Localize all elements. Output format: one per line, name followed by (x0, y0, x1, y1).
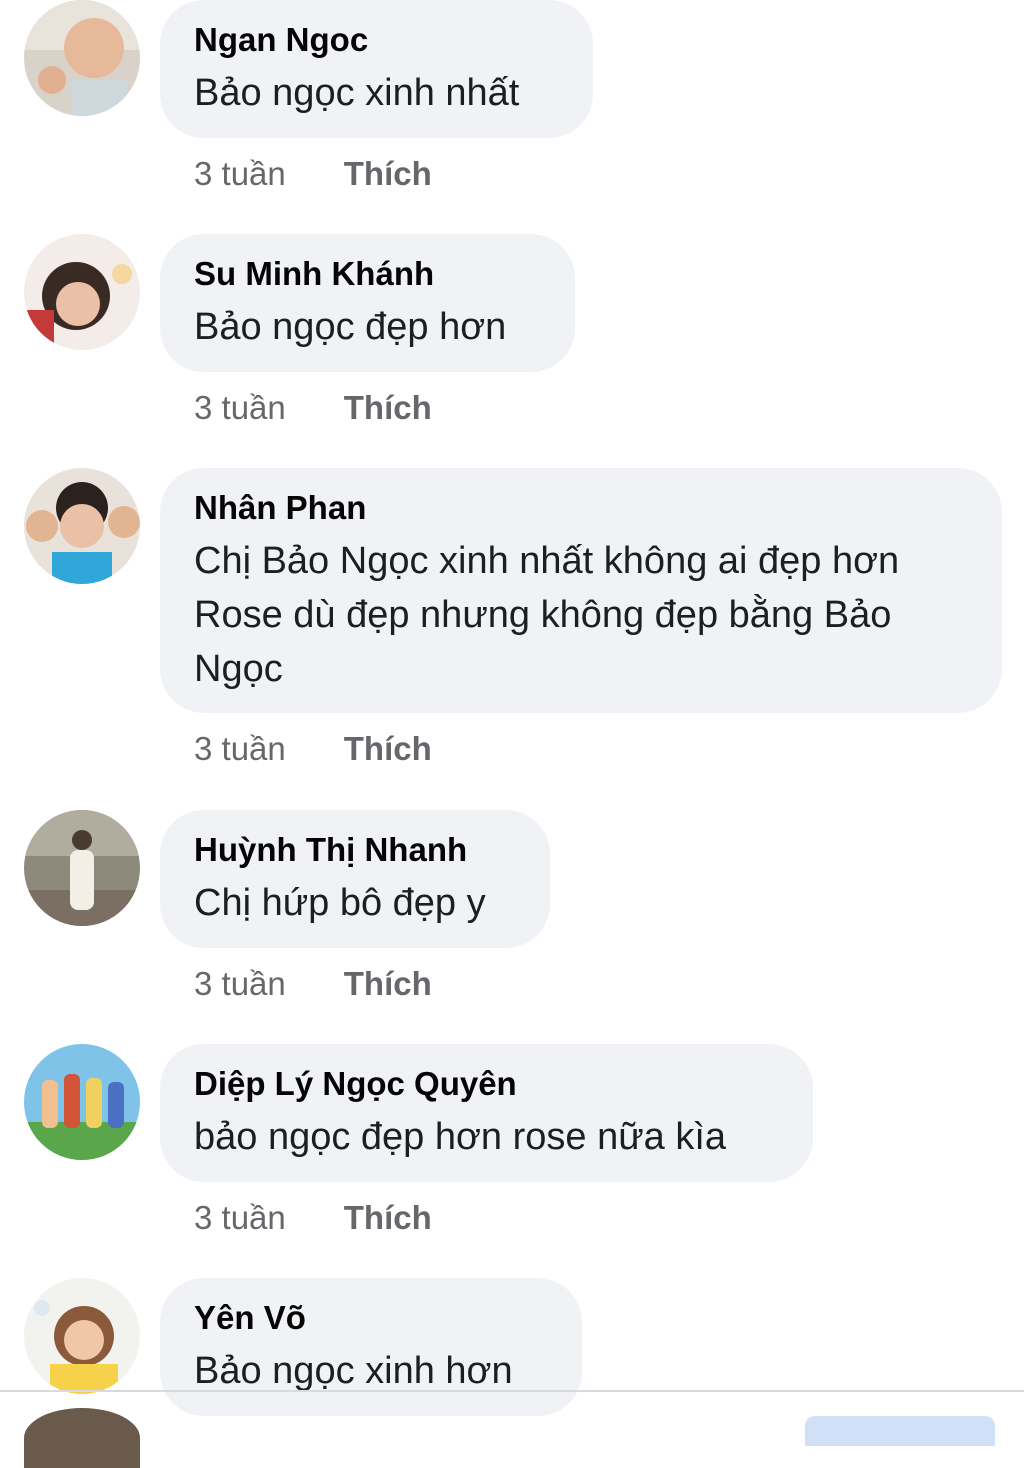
comment-actions: 3 tuần Thích (194, 155, 432, 193)
avatar-photo (24, 1044, 140, 1160)
comment-actions: 3 tuần Thích (194, 1199, 432, 1237)
comment-time[interactable]: 3 tuần (194, 389, 286, 427)
comment-time[interactable]: 3 tuần (194, 1199, 286, 1237)
like-button[interactable]: Thích (344, 155, 432, 193)
comment-time[interactable]: 3 tuần (194, 965, 286, 1003)
avatar[interactable] (24, 234, 140, 350)
like-button[interactable]: Thích (344, 730, 432, 768)
comment-bubble: Diệp Lý Ngọc Quyên bảo ngọc đẹp hơn rose… (160, 1044, 813, 1182)
comment-author[interactable]: Huỳnh Thị Nhanh (194, 830, 516, 870)
comment-time[interactable]: 3 tuần (194, 730, 286, 768)
avatar[interactable] (24, 468, 140, 584)
comment-actions: 3 tuần Thích (194, 730, 432, 768)
avatar-photo (24, 468, 140, 584)
comment-bubble: Yên Võ Bảo ngọc xinh hơn (160, 1278, 582, 1416)
comment-text: Chị hứp bô đẹp y (194, 882, 486, 924)
avatar[interactable] (24, 0, 140, 116)
avatar-photo (24, 0, 140, 116)
bottom-divider (0, 1390, 1024, 1392)
comment-actions: 3 tuần Thích (194, 965, 432, 1003)
comment-text: Bảo ngọc đẹp hơn (194, 306, 507, 348)
comment-bubble: Huỳnh Thị Nhanh Chị hứp bô đẹp y (160, 810, 550, 948)
avatar[interactable] (24, 810, 140, 926)
avatar-photo (24, 810, 140, 926)
comment-actions: 3 tuần Thích (194, 389, 432, 427)
avatar-photo (24, 234, 140, 350)
like-button[interactable]: Thích (344, 389, 432, 427)
avatar-photo (24, 1278, 140, 1394)
comment-author[interactable]: Ngan Ngoc (194, 20, 559, 60)
like-button[interactable]: Thích (344, 965, 432, 1003)
comment-author[interactable]: Diệp Lý Ngọc Quyên (194, 1064, 779, 1104)
comment-author[interactable]: Su Minh Khánh (194, 254, 541, 294)
avatar[interactable] (24, 1044, 140, 1160)
comment-bubble: Nhân Phan Chị Bảo Ngọc xinh nhất không a… (160, 468, 1002, 713)
comment-text: bảo ngọc đẹp hơn rose nữa kìa (194, 1116, 727, 1158)
comment-text: Bảo ngọc xinh nhất (194, 72, 520, 114)
comment-author[interactable]: Yên Võ (194, 1298, 548, 1338)
avatar[interactable] (24, 1408, 140, 1468)
comment-bubble: Su Minh Khánh Bảo ngọc đẹp hơn (160, 234, 575, 372)
like-button[interactable]: Thích (344, 1199, 432, 1237)
comment-text: Chị Bảo Ngọc xinh nhất không ai đẹp hơn … (194, 540, 900, 690)
comment-author[interactable]: Nhân Phan (194, 488, 968, 528)
cropped-button[interactable] (805, 1416, 995, 1446)
avatar[interactable] (24, 1278, 140, 1394)
comment-bubble: Ngan Ngoc Bảo ngọc xinh nhất (160, 0, 593, 138)
comment-time[interactable]: 3 tuần (194, 155, 286, 193)
